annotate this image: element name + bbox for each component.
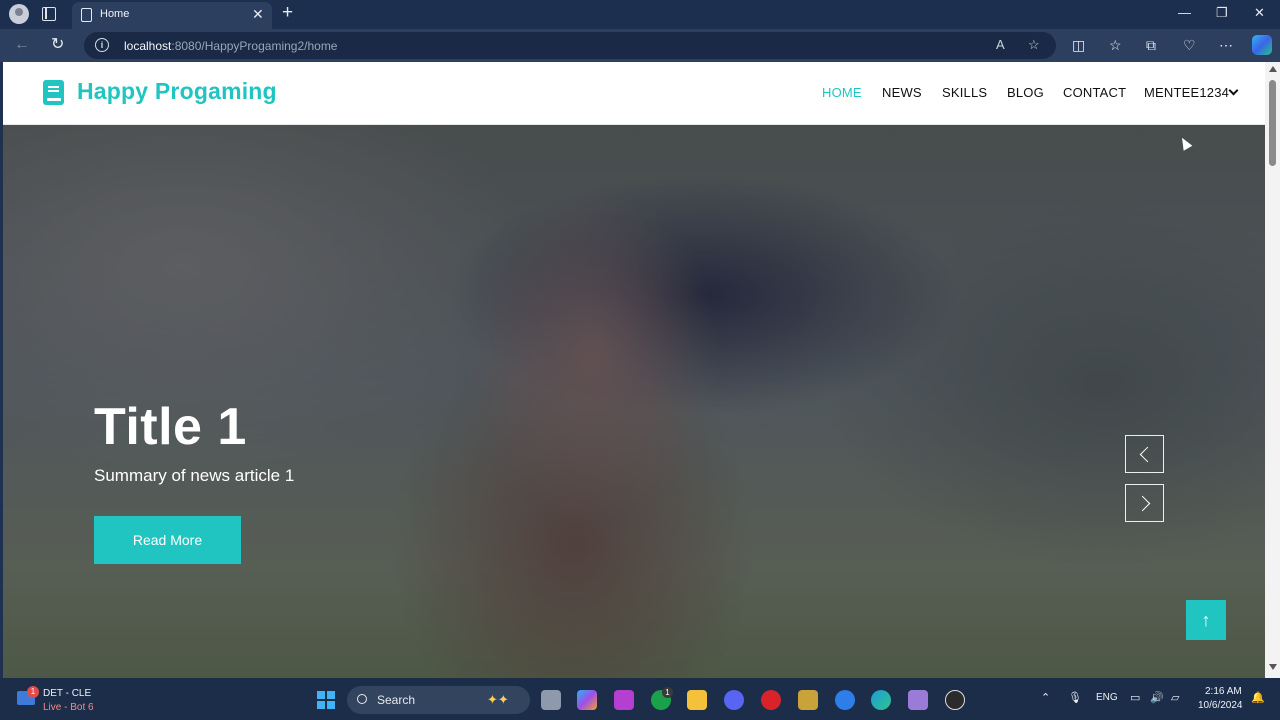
volume-icon[interactable]: 🔊 bbox=[1150, 690, 1164, 706]
close-tab-icon[interactable]: ✕ bbox=[252, 6, 264, 22]
widget-title[interactable]: DET - CLE bbox=[43, 688, 91, 699]
scroll-up-icon[interactable] bbox=[1269, 66, 1277, 72]
notification-badge: 1 bbox=[27, 686, 39, 698]
notifications-bell-icon[interactable]: 🔔 bbox=[1251, 690, 1265, 706]
close-window-icon[interactable]: ✕ bbox=[1254, 4, 1265, 22]
hero-title: Title 1 bbox=[94, 398, 247, 456]
url-host: localhost bbox=[124, 39, 172, 53]
carousel-prev-button[interactable] bbox=[1125, 435, 1164, 473]
minimize-icon[interactable]: — bbox=[1178, 4, 1191, 22]
sticky-app-icon[interactable] bbox=[798, 690, 818, 710]
language-indicator[interactable]: ENG bbox=[1096, 690, 1118, 706]
tab-actions-icon[interactable] bbox=[42, 7, 56, 21]
maximize-icon[interactable]: ❐ bbox=[1216, 4, 1228, 22]
discord-icon[interactable] bbox=[724, 690, 744, 710]
chevron-down-icon[interactable] bbox=[1228, 85, 1239, 96]
page-scrollbar[interactable] bbox=[1265, 62, 1280, 678]
address-bar[interactable]: i localhost:8080/HappyProgaming2/home A … bbox=[84, 32, 1056, 59]
browser-titlebar: Home ✕ + — ❐ ✕ bbox=[0, 0, 1280, 29]
split-screen-icon[interactable]: ◫ bbox=[1072, 36, 1085, 54]
network-icon[interactable]: ▭ bbox=[1130, 690, 1140, 706]
page-viewport: Happy Progaming HOME NEWS SKILLS BLOG CO… bbox=[3, 62, 1265, 678]
read-aloud-icon[interactable]: A bbox=[996, 37, 1005, 53]
chevron-left-icon bbox=[1139, 446, 1156, 463]
windows-start-icon[interactable] bbox=[317, 691, 335, 709]
carousel-next-button[interactable] bbox=[1125, 484, 1164, 522]
taskbar-search[interactable]: Search ✦✦ bbox=[347, 686, 530, 714]
obs-icon[interactable] bbox=[945, 690, 965, 710]
instagram-icon[interactable] bbox=[614, 690, 634, 710]
opera-icon[interactable] bbox=[761, 690, 781, 710]
nav-home[interactable]: HOME bbox=[822, 85, 862, 100]
clock-time[interactable]: 2:16 AM bbox=[1205, 686, 1242, 697]
tab-title: Home bbox=[100, 8, 130, 20]
nav-contact[interactable]: CONTACT bbox=[1063, 85, 1126, 100]
site-logo[interactable]: Happy Progaming bbox=[77, 78, 277, 105]
xbox-badge: 1 bbox=[662, 687, 673, 698]
windows-taskbar: 1 DET - CLE Live - Bot 6 Search ✦✦ 1 ⌃ 🎙… bbox=[0, 678, 1280, 720]
edge-icon[interactable] bbox=[871, 690, 891, 710]
new-tab-icon[interactable]: + bbox=[282, 3, 293, 23]
profile-avatar-icon[interactable] bbox=[9, 4, 29, 24]
browser-essentials-icon[interactable]: ♡ bbox=[1183, 36, 1196, 54]
page-icon bbox=[81, 8, 92, 22]
collections-icon[interactable]: ⧉ bbox=[1146, 36, 1156, 54]
back-to-top-button[interactable]: ↑ bbox=[1186, 600, 1226, 640]
tray-overflow-icon[interactable]: ⌃ bbox=[1041, 690, 1050, 706]
copilot-icon[interactable] bbox=[1252, 35, 1272, 55]
chevron-right-icon bbox=[1134, 495, 1151, 512]
search-icon bbox=[357, 694, 367, 704]
task-view-icon[interactable] bbox=[541, 690, 561, 710]
scroll-thumb[interactable] bbox=[1269, 80, 1276, 166]
browser-toolbar: ← ↻ i localhost:8080/HappyProgaming2/hom… bbox=[0, 29, 1280, 62]
file-explorer-icon[interactable] bbox=[687, 690, 707, 710]
refresh-icon[interactable]: ↻ bbox=[51, 34, 64, 56]
widget-subtitle[interactable]: Live - Bot 6 bbox=[43, 702, 94, 713]
nav-user-menu[interactable]: MENTEE1234 bbox=[1144, 85, 1229, 100]
hero-carousel: Title 1 Summary of news article 1 Read M… bbox=[3, 125, 1265, 678]
url-path: :8080/HappyProgaming2/home bbox=[171, 39, 338, 53]
scroll-down-icon[interactable] bbox=[1269, 664, 1277, 670]
url-text[interactable]: localhost:8080/HappyProgaming2/home bbox=[124, 39, 337, 53]
copilot-app-icon[interactable] bbox=[577, 690, 597, 710]
nav-skills[interactable]: SKILLS bbox=[942, 85, 987, 100]
browser-tab-home[interactable]: Home ✕ bbox=[72, 2, 272, 29]
search-label: Search bbox=[377, 693, 416, 707]
nav-news[interactable]: NEWS bbox=[882, 85, 922, 100]
hero-summary: Summary of news article 1 bbox=[94, 466, 295, 485]
nav-blog[interactable]: BLOG bbox=[1007, 85, 1044, 100]
site-header: Happy Progaming HOME NEWS SKILLS BLOG CO… bbox=[3, 62, 1265, 125]
favorite-star-icon[interactable]: ☆ bbox=[1028, 37, 1040, 53]
clock-date[interactable]: 10/6/2024 bbox=[1198, 700, 1243, 711]
back-icon[interactable]: ← bbox=[14, 34, 30, 56]
book-icon[interactable] bbox=[43, 80, 64, 105]
zalo-icon[interactable] bbox=[835, 690, 855, 710]
battery-icon[interactable]: ▱ bbox=[1171, 690, 1179, 706]
search-highlight-icon: ✦✦ bbox=[487, 692, 509, 707]
favorites-icon[interactable]: ☆ bbox=[1109, 36, 1122, 54]
microphone-icon[interactable]: 🎙 bbox=[1068, 690, 1082, 706]
cube-app-icon[interactable] bbox=[908, 690, 928, 710]
read-more-button[interactable]: Read More bbox=[94, 516, 241, 564]
more-menu-icon[interactable]: ⋯ bbox=[1219, 36, 1233, 54]
site-info-icon[interactable]: i bbox=[95, 38, 109, 52]
